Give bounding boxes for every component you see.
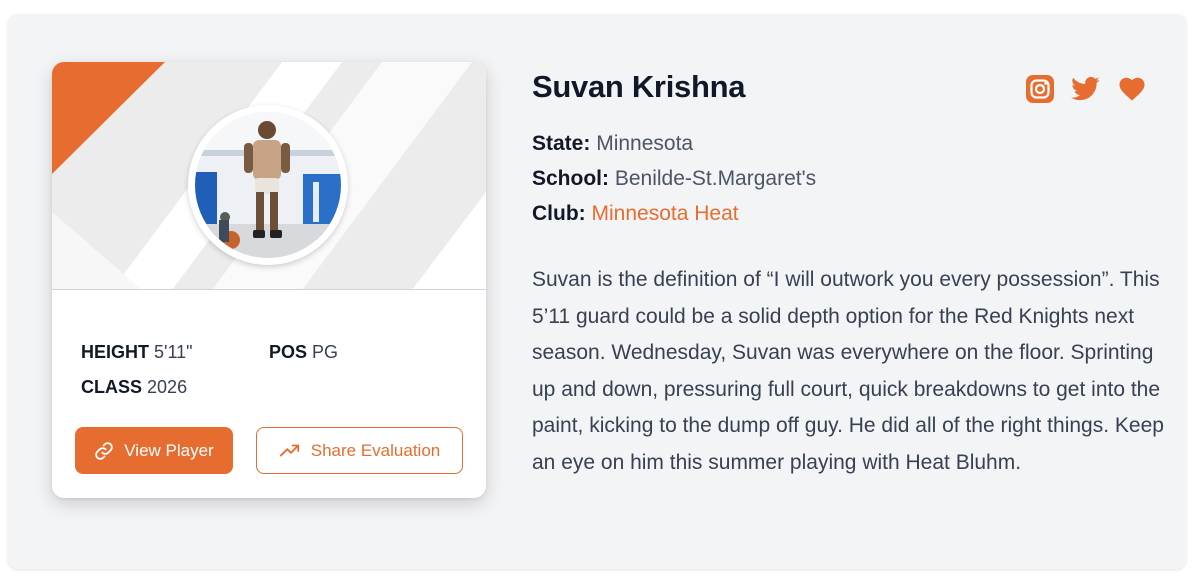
player-evaluation-panel: HEIGHT 5'11" POS PG CLASS 2026 View Play… [8, 14, 1186, 569]
stat-class: CLASS 2026 [81, 377, 187, 398]
state-value: Minnesota [596, 132, 694, 155]
state-label: State: [532, 132, 591, 155]
player-card: HEIGHT 5'11" POS PG CLASS 2026 View Play… [52, 62, 486, 498]
state-row: State: Minnesota [532, 132, 693, 156]
player-name: Suvan Krishna [532, 69, 746, 104]
trending-up-icon [279, 444, 299, 456]
share-evaluation-button[interactable]: Share Evaluation [256, 427, 463, 474]
school-label: School: [532, 167, 609, 190]
view-player-button[interactable]: View Player [75, 427, 233, 474]
instagram-icon[interactable] [1025, 74, 1055, 104]
height-value: 5'11" [154, 342, 193, 362]
heart-icon[interactable] [1117, 74, 1147, 104]
school-value: Benilde-St.Margaret's [614, 167, 817, 190]
pos-label: POS [269, 342, 308, 362]
card-banner [52, 62, 486, 290]
class-value: 2026 [147, 377, 188, 397]
club-link[interactable]: Minnesota Heat [592, 202, 739, 225]
link-icon [95, 441, 114, 460]
avatar [188, 105, 348, 265]
club-row: Club: Minnesota Heat [532, 202, 739, 226]
club-label: Club: [532, 202, 586, 225]
share-evaluation-label: Share Evaluation [310, 440, 441, 460]
pos-value: PG [312, 342, 339, 362]
player-photo [195, 112, 341, 258]
stat-height: HEIGHT 5'11" [81, 342, 193, 363]
social-links [1025, 74, 1147, 104]
twitter-icon[interactable] [1071, 74, 1101, 104]
stat-position: POS PG [269, 342, 338, 363]
height-label: HEIGHT [81, 342, 150, 362]
class-label: CLASS [81, 377, 143, 397]
player-bio: Suvan is the definition of “I will outwo… [532, 268, 1164, 474]
view-player-label: View Player [124, 440, 214, 460]
school-row: School: Benilde-St.Margaret's [532, 167, 816, 191]
